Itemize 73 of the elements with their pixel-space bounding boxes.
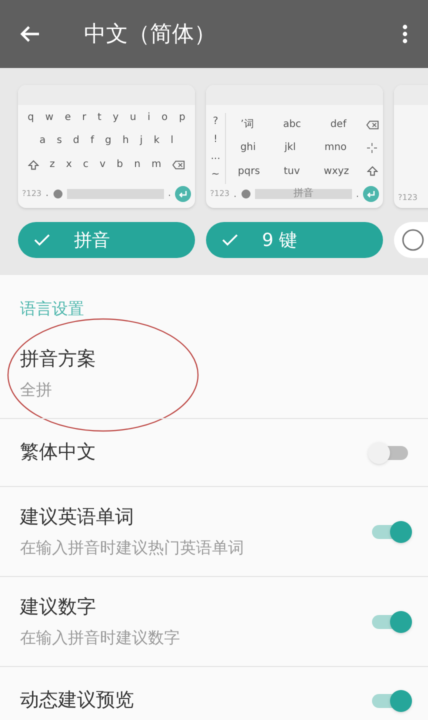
keyboard-preview[interactable]: ? ! ... ~ ’词 abc def ghi jkl mno pqrs tuv wxyz ?123 . 拼音 . (206, 85, 383, 208)
key-label[interactable]: i (148, 113, 150, 123)
key-label[interactable]: q (28, 113, 34, 123)
key-label[interactable]: abc (283, 120, 302, 130)
key-label[interactable]: e (64, 113, 71, 123)
key-label[interactable]: m (152, 160, 162, 170)
back-arrow-icon[interactable] (20, 25, 40, 43)
key-label[interactable]: p (178, 113, 186, 123)
check-icon (34, 234, 50, 246)
cursor-move-icon[interactable] (367, 142, 377, 153)
key-label[interactable]: pqrs (238, 167, 260, 178)
key-label[interactable]: ghi (240, 143, 256, 154)
more-options-icon[interactable] (402, 24, 408, 44)
check-icon (222, 234, 238, 246)
key-label[interactable]: r (82, 113, 86, 123)
shift-icon[interactable] (366, 166, 378, 178)
radio-icon (402, 229, 424, 251)
key-label[interactable]: z (50, 160, 55, 170)
key-label[interactable]: def (330, 120, 346, 130)
setting-summary: 在输入拼音时建议数字 (20, 626, 181, 649)
key-label[interactable]: u (130, 113, 136, 123)
key-label[interactable]: d (73, 136, 80, 146)
key-label[interactable]: s (56, 136, 62, 146)
shift-icon[interactable] (28, 160, 39, 171)
key-label[interactable]: jkl (284, 143, 296, 154)
setting-title: 建议数字 (20, 595, 97, 620)
setting-title: 拼音方案 (20, 347, 97, 372)
key-label[interactable]: c (83, 160, 88, 170)
setting-title: 建议英语单词 (20, 505, 135, 530)
key-label[interactable]: j (140, 136, 143, 146)
key-label[interactable]: x (66, 160, 72, 170)
key-label[interactable]: y (112, 113, 119, 123)
key-label[interactable]: g (105, 136, 112, 146)
key-label[interactable]: wxyz (324, 167, 350, 178)
key-label[interactable]: ... (210, 152, 220, 162)
key-label[interactable]: t (98, 113, 102, 123)
setting-summary: 全拼 (20, 378, 53, 401)
setting-summary: 在输入拼音时建议热门英语单词 (20, 536, 245, 559)
key-label[interactable]: o (162, 113, 168, 123)
settings-row[interactable]: 建议数字 在输入拼音时建议数字 (0, 577, 428, 667)
enter-icon[interactable] (175, 186, 191, 202)
settings-row[interactable]: 动态建议预览 (0, 667, 428, 720)
setting-title: 繁体中文 (20, 440, 97, 466)
key-label[interactable]: n (134, 160, 140, 170)
backspace-icon[interactable] (366, 120, 378, 130)
period-key[interactable]: . (234, 186, 237, 202)
key-label[interactable]: ’词 (240, 120, 254, 130)
setting-title: 动态建议预览 (20, 688, 135, 714)
key-label[interactable]: f (90, 136, 94, 146)
backspace-icon[interactable] (172, 160, 186, 170)
key-label[interactable]: tuv (284, 167, 300, 178)
key-label[interactable]: b (116, 160, 123, 170)
layout-chip[interactable] (394, 222, 428, 258)
settings-row[interactable]: 繁体中文 (0, 419, 428, 487)
enter-icon[interactable] (363, 186, 379, 202)
key-label[interactable]: l (170, 136, 174, 146)
period-key[interactable]: . (356, 186, 359, 202)
period-key[interactable]: . (46, 186, 49, 202)
key-label[interactable]: v (100, 160, 106, 170)
settings-row[interactable]: 建议英语单词 在输入拼音时建议热门英语单词 (0, 487, 428, 577)
period-key[interactable]: . (168, 186, 171, 202)
key-label[interactable]: w (45, 113, 54, 123)
keyboard-preview[interactable]: q w e r t y u i o p a s d f g h j k l z x c v b n m ?123 . . (18, 85, 195, 208)
key-label[interactable]: ! (213, 134, 218, 145)
screen-title: 中文（简体） (84, 20, 217, 48)
section-header: 语言设置 (20, 299, 84, 318)
key-label[interactable]: ~ (211, 170, 220, 180)
key-label[interactable]: h (122, 136, 129, 146)
settings-row[interactable]: 拼音方案 全拼 (0, 329, 428, 419)
key-label[interactable]: mno (324, 143, 347, 154)
key-label[interactable]: a (40, 136, 46, 146)
key-label[interactable]: k (154, 136, 160, 146)
key-label[interactable]: ? (212, 116, 218, 127)
